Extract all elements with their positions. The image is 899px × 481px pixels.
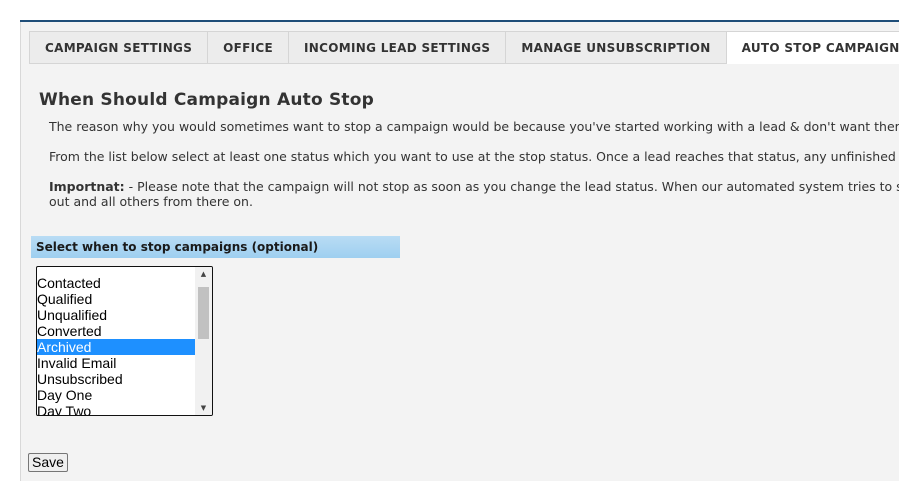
list-option[interactable]: Qualified <box>37 291 195 307</box>
scrollbar-thumb[interactable] <box>198 287 209 339</box>
tab-manage-unsubscription[interactable]: MANAGE UNSUBSCRIPTION <box>506 31 727 64</box>
tab-incoming-lead-settings[interactable]: INCOMING LEAD SETTINGS <box>289 31 507 64</box>
save-button[interactable]: Save <box>28 453 68 472</box>
settings-tabs: CAMPAIGN SETTINGS OFFICE INCOMING LEAD S… <box>29 31 899 65</box>
reason-paragraph: The reason why you would sometimes want … <box>49 119 899 134</box>
instruction-paragraph: From the list below select at least one … <box>49 149 899 164</box>
tab-office[interactable]: OFFICE <box>208 31 290 64</box>
stop-select-header: Select when to stop campaigns (optional) <box>31 236 400 258</box>
list-option[interactable]: Unqualified <box>37 307 195 323</box>
list-option[interactable] <box>37 267 195 275</box>
list-option[interactable]: Unsubscribed <box>37 371 195 387</box>
list-option[interactable]: Invalid Email <box>37 355 195 371</box>
tab-campaign-settings[interactable]: CAMPAIGN SETTINGS <box>29 31 209 64</box>
stop-status-listbox[interactable]: Contacted Qualified Unqualified Converte… <box>36 266 213 416</box>
list-option[interactable]: Contacted <box>37 275 195 291</box>
tab-auto-stop-campaign[interactable]: AUTO STOP CAMPAIGN <box>726 31 899 64</box>
list-option-selected[interactable]: Archived <box>37 339 195 355</box>
important-note-line2: out and all others from there on. <box>49 194 253 209</box>
important-note: Importnat: - Please note that the campai… <box>49 179 899 209</box>
settings-panel: CAMPAIGN SETTINGS OFFICE INCOMING LEAD S… <box>20 22 899 481</box>
stop-status-options: Contacted Qualified Unqualified Converte… <box>37 267 195 415</box>
list-option[interactable]: Converted <box>37 323 195 339</box>
important-note-line1: - Please note that the campaign will not… <box>124 179 899 194</box>
triangle-up-icon[interactable]: ▲ <box>195 267 212 281</box>
list-option[interactable]: Day Two <box>37 403 195 415</box>
triangle-down-icon[interactable]: ▼ <box>195 401 212 415</box>
listbox-scrollbar[interactable]: ▲ ▼ <box>195 267 212 415</box>
list-option[interactable]: Day One <box>37 387 195 403</box>
page-title: When Should Campaign Auto Stop <box>39 90 374 110</box>
top-bar <box>0 0 899 20</box>
important-label: Importnat: <box>49 179 125 194</box>
